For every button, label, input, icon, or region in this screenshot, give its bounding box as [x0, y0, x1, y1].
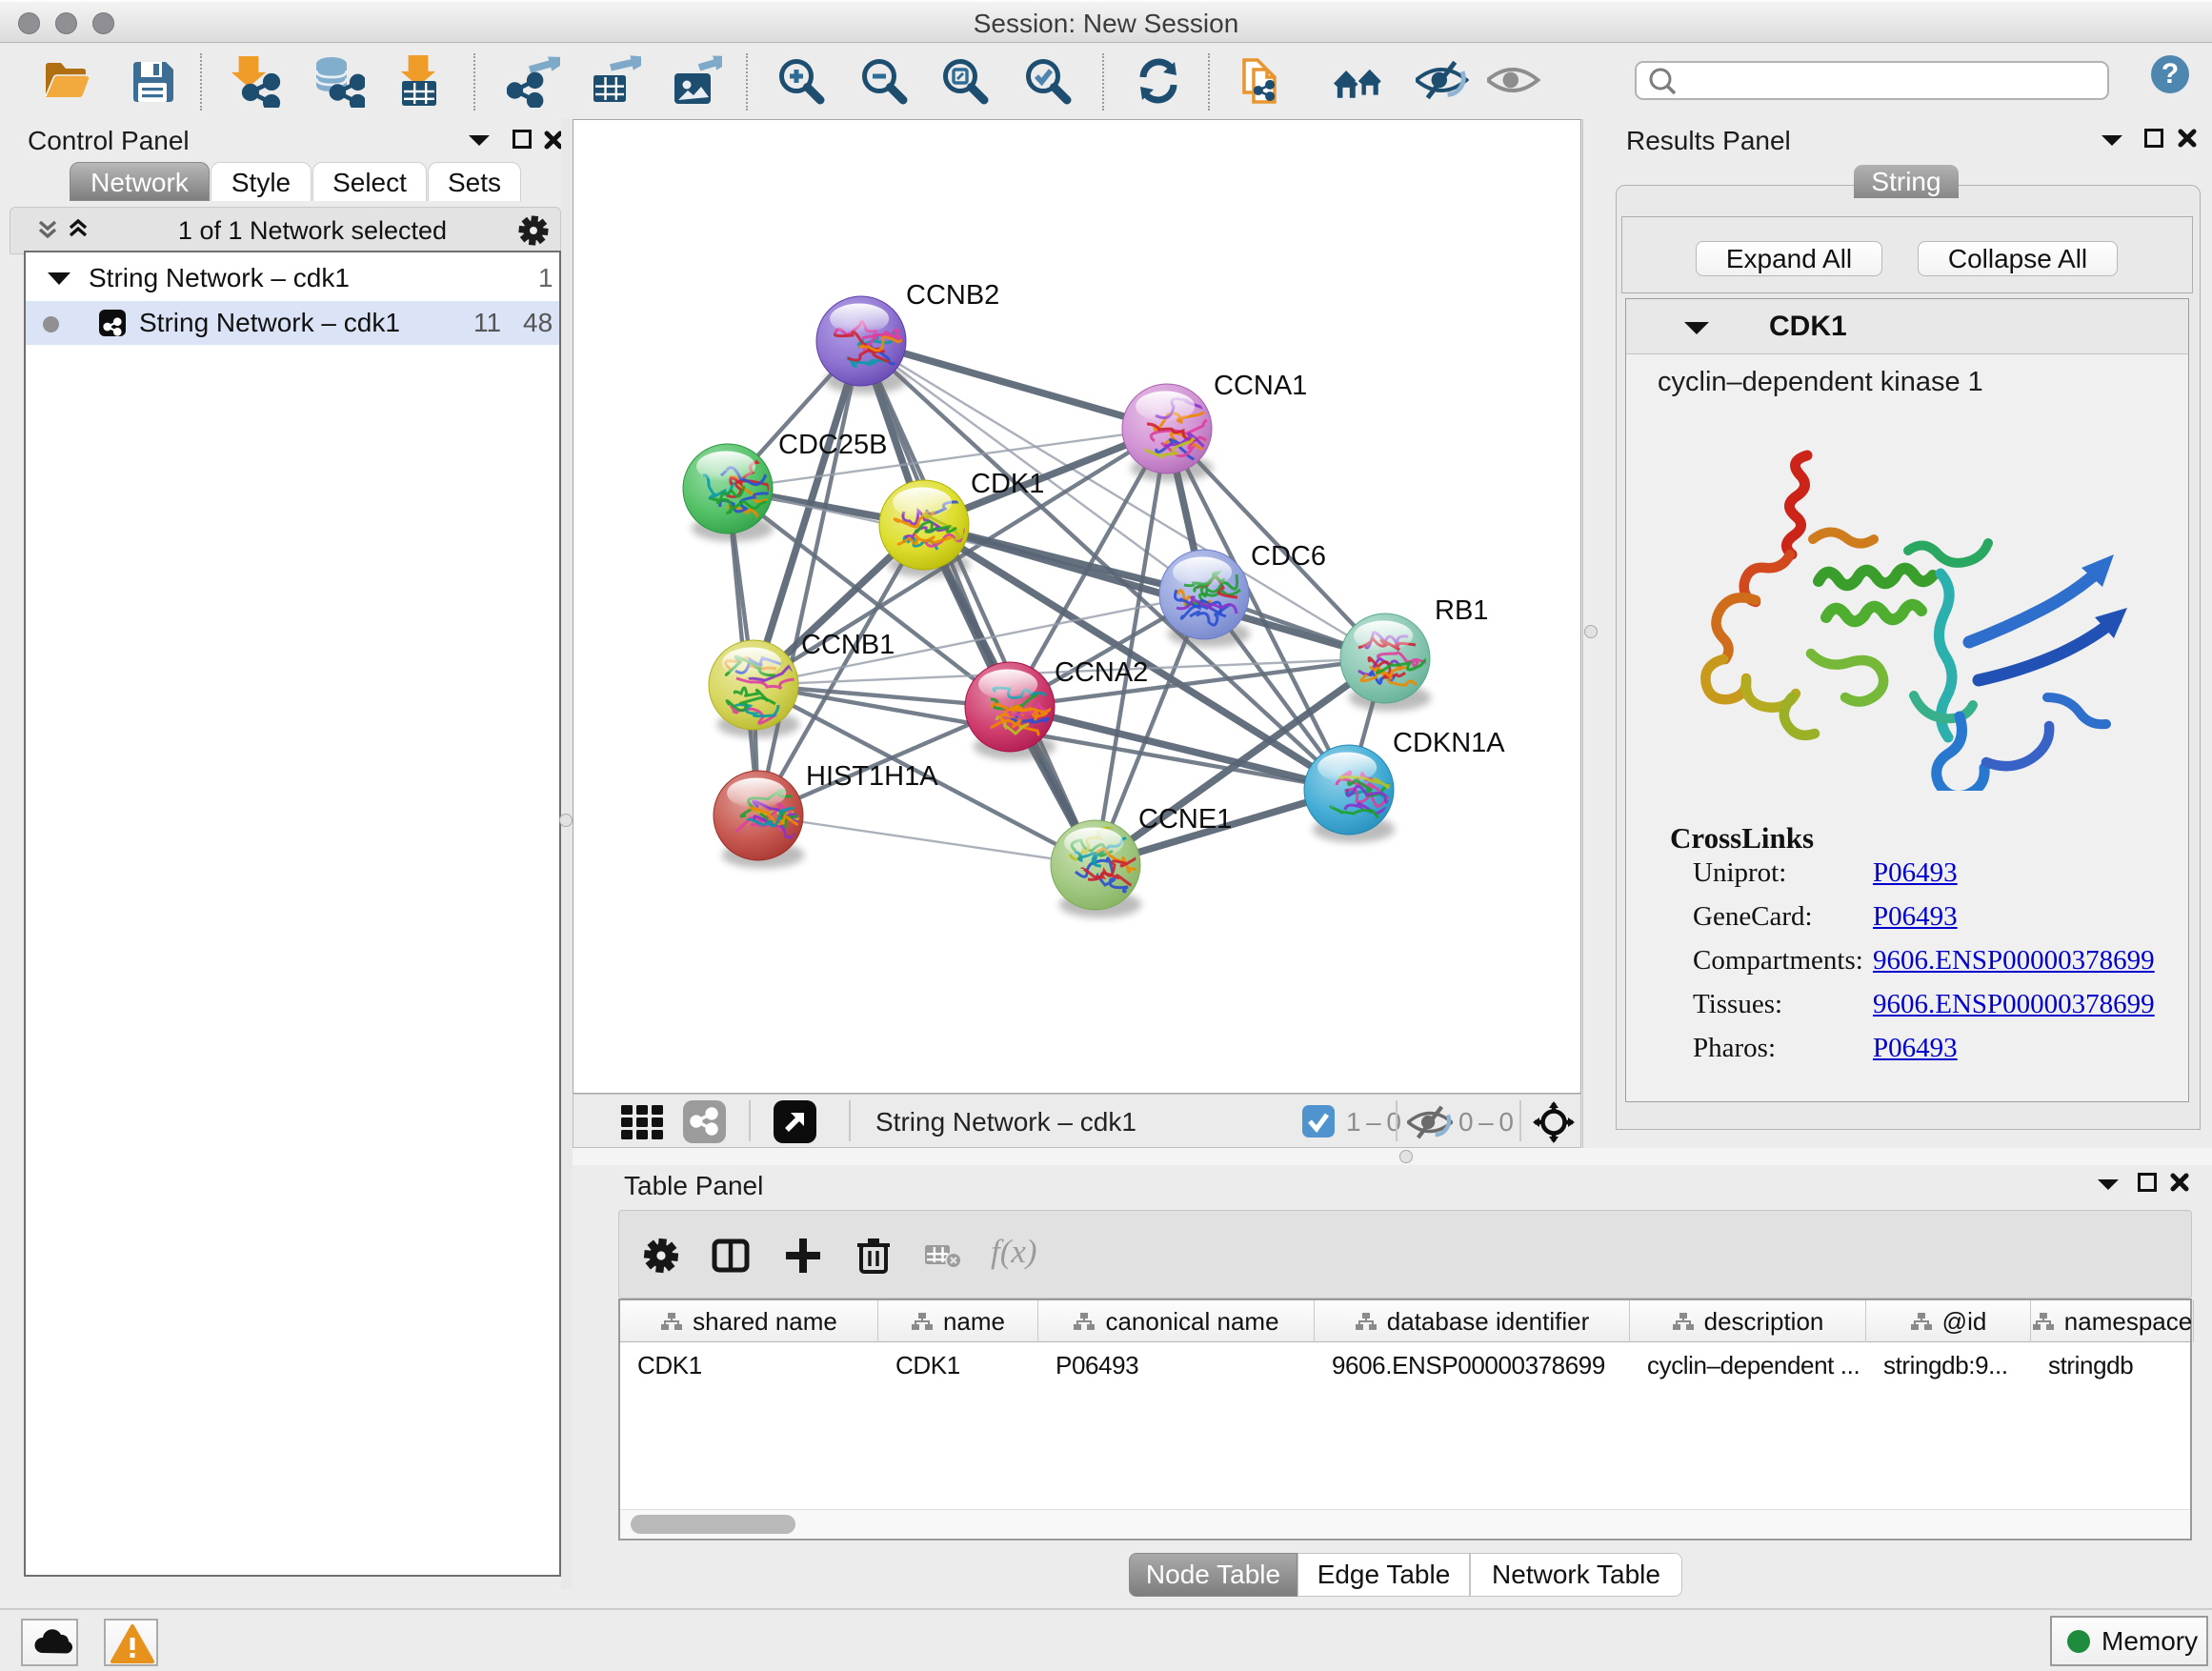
svg-text:CCNA2: CCNA2	[1055, 657, 1148, 688]
svg-text:CDKN1A: CDKN1A	[1393, 728, 1505, 758]
svg-text:CDC6: CDC6	[1251, 541, 1326, 572]
svg-text:CCNE1: CCNE1	[1138, 804, 1232, 835]
svg-text:CDC25B: CDC25B	[778, 430, 887, 460]
svg-text:RB1: RB1	[1435, 595, 1488, 626]
svg-text:CDK1: CDK1	[971, 469, 1044, 499]
svg-text:HIST1H1A: HIST1H1A	[806, 761, 938, 792]
svg-text:CCNA1: CCNA1	[1214, 371, 1307, 401]
svg-text:?: ?	[2162, 58, 2179, 90]
svg-text:CCNB1: CCNB1	[801, 630, 895, 660]
svg-text:CCNB2: CCNB2	[906, 280, 999, 311]
